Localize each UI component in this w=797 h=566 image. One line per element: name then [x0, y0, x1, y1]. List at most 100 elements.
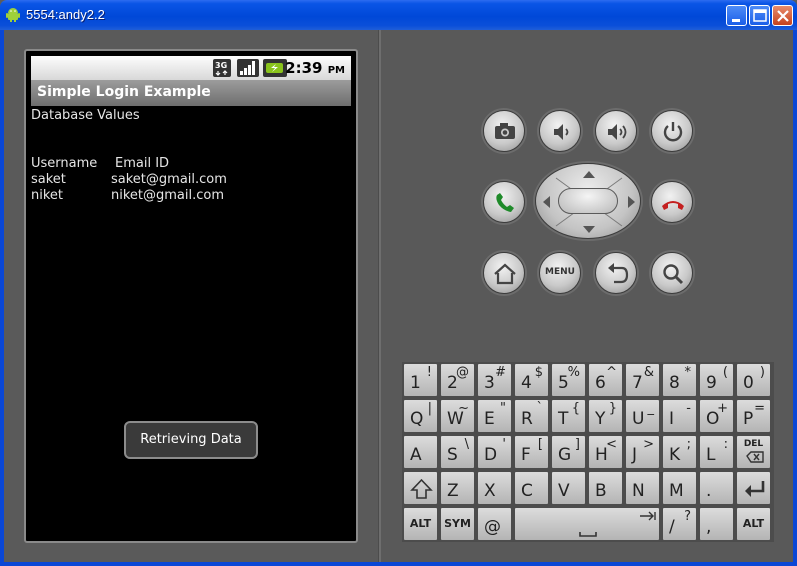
- key-alt-right[interactable]: ALT: [736, 507, 771, 541]
- dpad-right-icon: [628, 196, 635, 208]
- key-8-label: 8: [669, 373, 680, 393]
- key-r-label: R: [521, 409, 533, 429]
- key-j-label: J: [632, 445, 638, 465]
- key-u[interactable]: U _: [625, 399, 660, 433]
- dpad-center-button[interactable]: [558, 188, 618, 214]
- key-q[interactable]: Q |: [403, 399, 438, 433]
- key-w[interactable]: W ~: [440, 399, 475, 433]
- key-4-label: 4: [521, 373, 532, 393]
- key-comma[interactable]: ,: [699, 507, 734, 541]
- key-l[interactable]: L:: [699, 435, 734, 469]
- space-icon: [579, 511, 656, 537]
- key-m[interactable]: M: [662, 471, 697, 505]
- minimize-button[interactable]: [726, 5, 747, 26]
- app-title-bar: Simple Login Example: [31, 80, 351, 106]
- key-z-label: Z: [447, 481, 459, 501]
- key-q-label: Q: [410, 409, 424, 429]
- app-title: Simple Login Example: [37, 84, 211, 100]
- key-2[interactable]: 2 @: [440, 363, 475, 397]
- key-k-alt-label: ;: [686, 437, 691, 452]
- status-bar[interactable]: 3G 2:39 PM: [31, 56, 351, 80]
- key-x[interactable]: X: [477, 471, 512, 505]
- window-frame-bottom: [0, 562, 797, 566]
- battery-charging-icon: [263, 59, 287, 77]
- home-icon: [494, 263, 516, 285]
- key-3[interactable]: 3 #: [477, 363, 512, 397]
- key-slash[interactable]: /?: [662, 507, 697, 541]
- key-f[interactable]: F[: [514, 435, 549, 469]
- key-y[interactable]: Y}: [588, 399, 623, 433]
- row-2-email: niket@gmail.com: [111, 188, 225, 203]
- maximize-button[interactable]: [749, 5, 770, 26]
- key-7[interactable]: 7 &: [625, 363, 660, 397]
- window-title: 5554:andy2.2: [26, 7, 105, 22]
- key-at[interactable]: @: [477, 507, 512, 541]
- key-t-label: T: [558, 409, 569, 429]
- 3g-data-icon: 3G: [213, 59, 231, 77]
- key-d[interactable]: D ': [477, 435, 512, 469]
- end-call-button[interactable]: [651, 181, 693, 223]
- key-enter[interactable]: [736, 471, 771, 505]
- key-c[interactable]: C: [514, 471, 549, 505]
- power-button[interactable]: [651, 110, 693, 152]
- key-comma-label: ,: [706, 517, 712, 537]
- volume-up-button[interactable]: [595, 110, 637, 152]
- key-a[interactable]: A: [403, 435, 438, 469]
- key-e[interactable]: E ": [477, 399, 512, 433]
- key-space[interactable]: [514, 507, 660, 541]
- row-2-username: niket: [31, 188, 64, 203]
- back-button[interactable]: [595, 252, 637, 294]
- key-9-alt-label: (: [722, 365, 728, 380]
- volume-down-icon: [554, 124, 569, 140]
- menu-button[interactable]: MENU: [539, 252, 581, 294]
- key-sym[interactable]: SYM: [440, 507, 475, 541]
- phone-screen[interactable]: 3G 2:39 PM Simple Login Example Database…: [31, 56, 351, 536]
- key-h[interactable]: H <: [588, 435, 623, 469]
- key-n[interactable]: N: [625, 471, 660, 505]
- key-shift[interactable]: [403, 471, 438, 505]
- close-button[interactable]: [772, 5, 793, 26]
- key-v[interactable]: V: [551, 471, 586, 505]
- key-s[interactable]: S \: [440, 435, 475, 469]
- key-4[interactable]: 4 $: [514, 363, 549, 397]
- dpad-left-icon: [543, 196, 550, 208]
- key-delete[interactable]: DEL: [736, 435, 771, 469]
- key-z[interactable]: Z: [440, 471, 475, 505]
- menu-label: MENU: [545, 267, 575, 277]
- key-k-label: K: [669, 445, 681, 465]
- key-1-alt-label: !: [426, 365, 432, 380]
- key-alt-left[interactable]: ALT: [403, 507, 438, 541]
- key-1[interactable]: 1!: [403, 363, 438, 397]
- key-t[interactable]: T{: [551, 399, 586, 433]
- camera-button[interactable]: [483, 110, 525, 152]
- key-p[interactable]: P =: [736, 399, 771, 433]
- key-k[interactable]: K;: [662, 435, 697, 469]
- key-3-label: 3: [484, 373, 495, 393]
- column-header-email: Email ID: [115, 156, 170, 171]
- key-8[interactable]: 8 *: [662, 363, 697, 397]
- key-5[interactable]: 5%: [551, 363, 586, 397]
- key-i[interactable]: I-: [662, 399, 697, 433]
- key-o[interactable]: O +: [699, 399, 734, 433]
- key-r[interactable]: R `: [514, 399, 549, 433]
- call-button[interactable]: [483, 181, 525, 223]
- key-w-alt-label: ~: [458, 401, 469, 416]
- volume-down-button[interactable]: [539, 110, 581, 152]
- key-period[interactable]: .: [699, 471, 734, 505]
- column-header-username: Username: [31, 156, 98, 171]
- key-g[interactable]: G]: [551, 435, 586, 469]
- key-u-alt-label: _: [647, 401, 655, 416]
- key-b[interactable]: B: [588, 471, 623, 505]
- key-0-label: 0: [743, 373, 754, 393]
- key-0[interactable]: 0): [736, 363, 771, 397]
- key-j[interactable]: J >: [625, 435, 660, 469]
- key-m-label: M: [669, 481, 684, 501]
- window-title-bar[interactable]: 5554:andy2.2: [0, 0, 797, 30]
- key-f-label: F: [521, 445, 531, 465]
- back-icon: [608, 263, 629, 284]
- search-button[interactable]: [651, 252, 693, 294]
- key-9[interactable]: 9(: [699, 363, 734, 397]
- key-7-label: 7: [632, 373, 643, 393]
- key-6[interactable]: 6 ^: [588, 363, 623, 397]
- home-button[interactable]: [483, 252, 525, 294]
